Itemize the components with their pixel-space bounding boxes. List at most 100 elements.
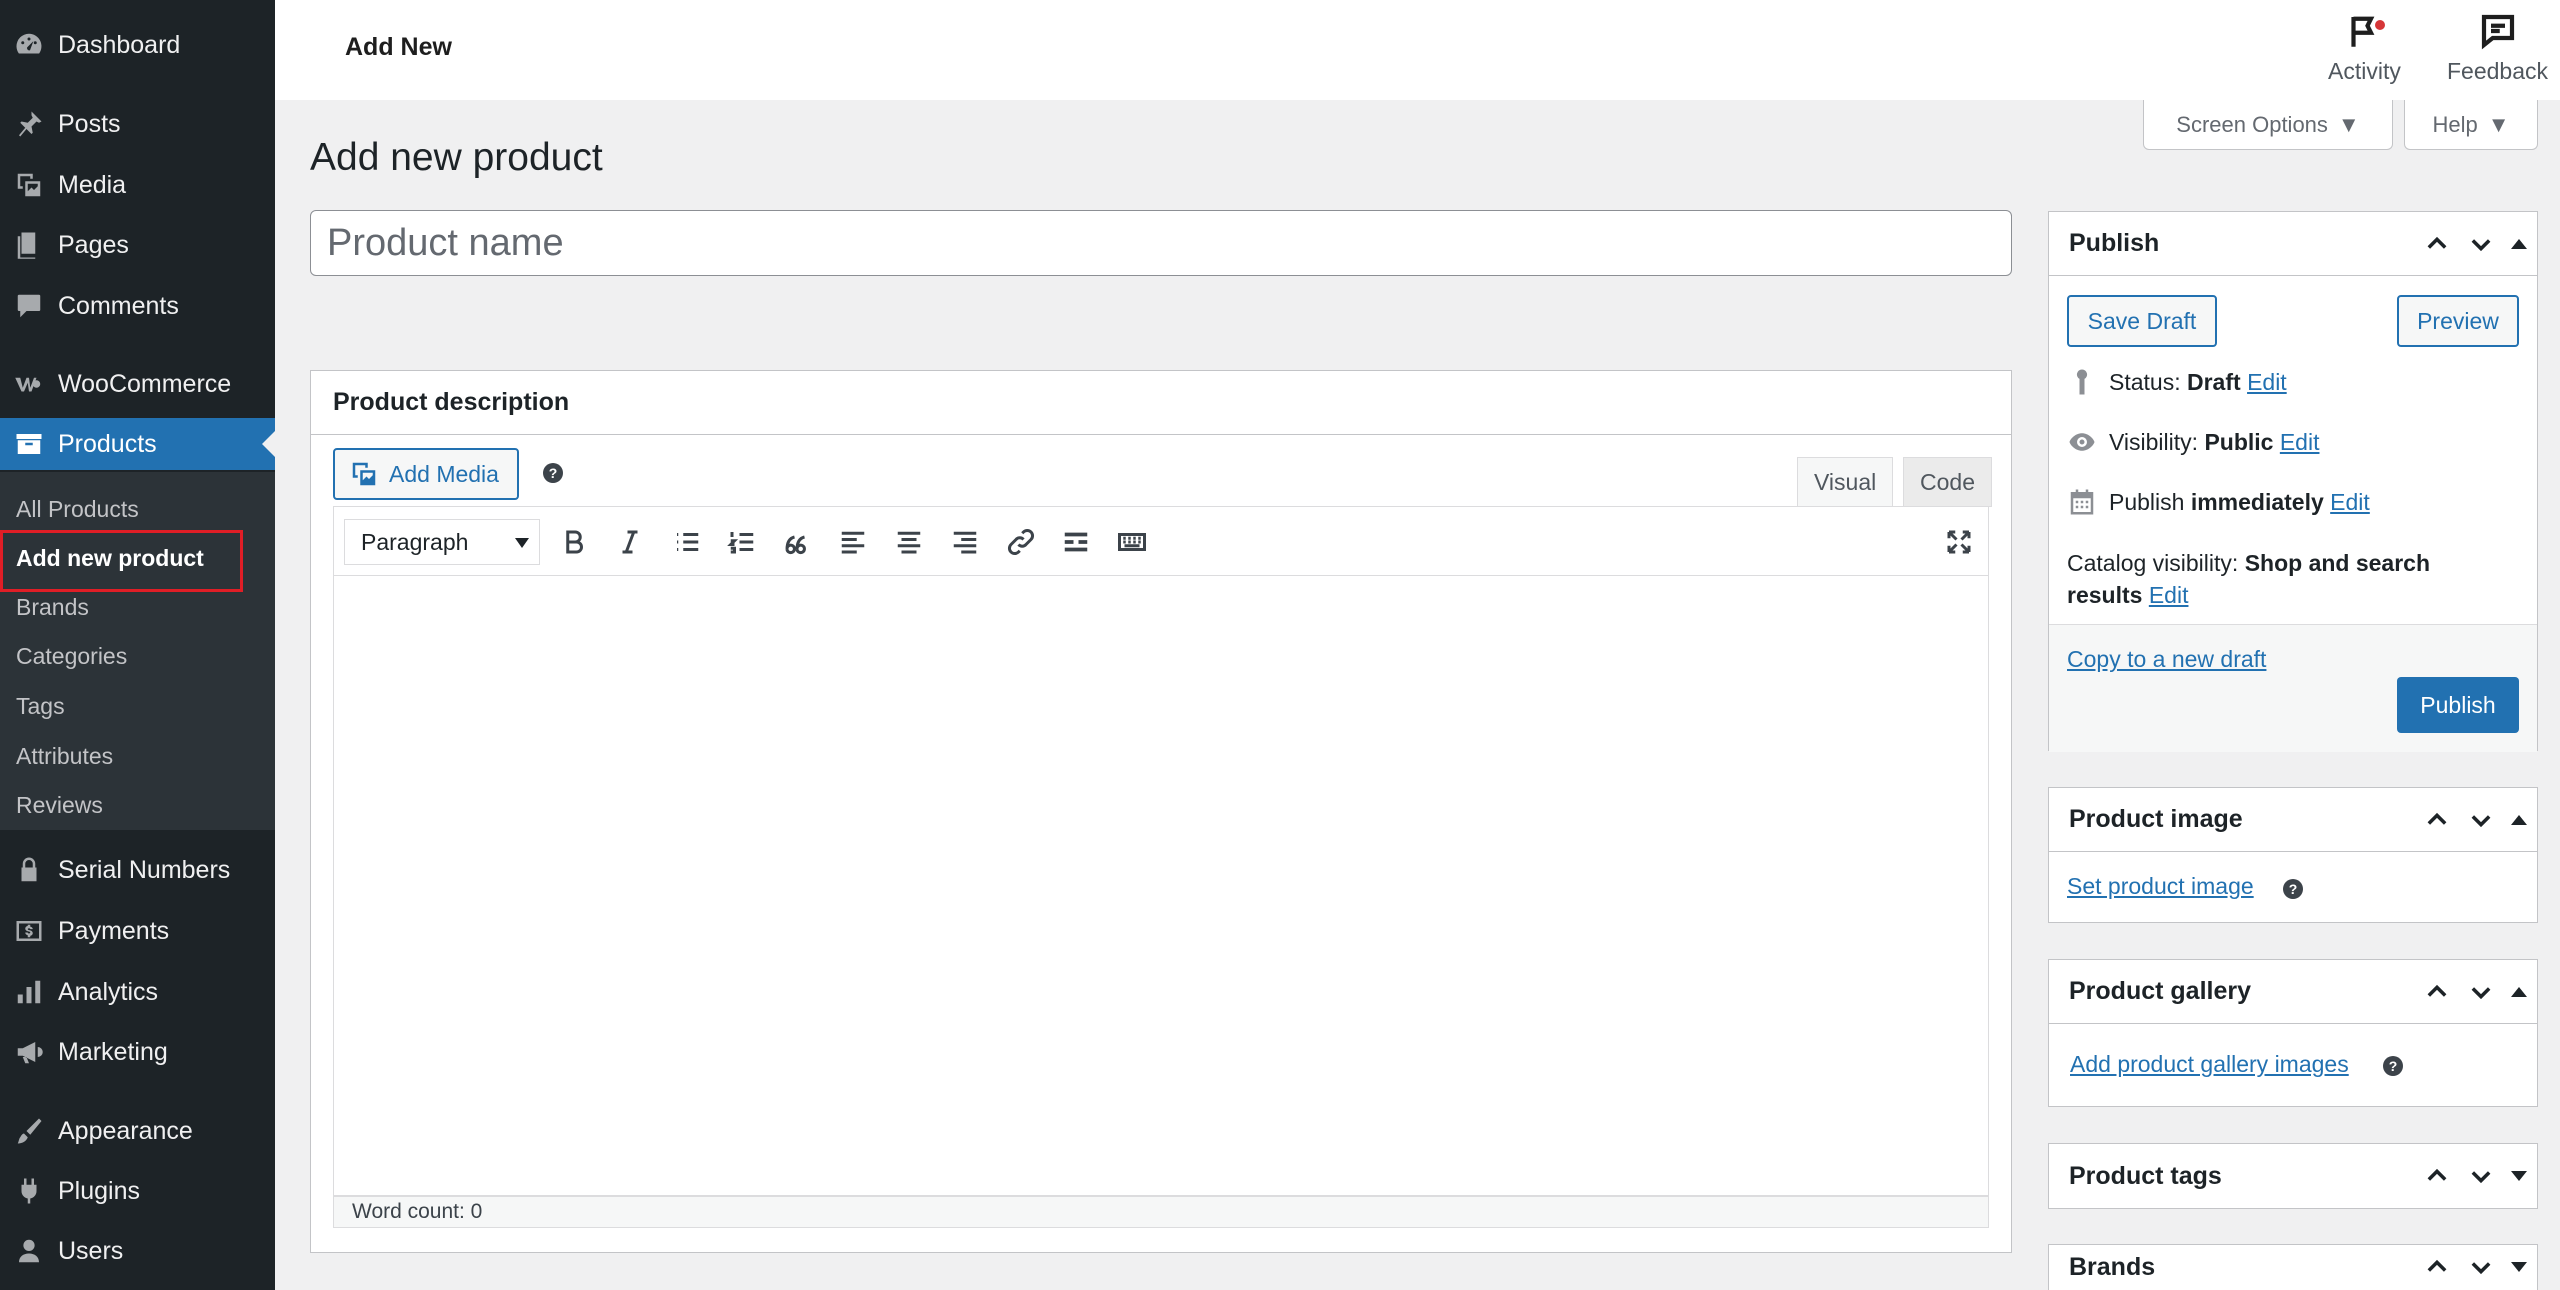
activity-button[interactable]: Activity [2328,10,2401,85]
toolbar-toggle-button[interactable] [1112,522,1152,562]
format-select[interactable]: Paragraph [344,519,540,565]
collapse-toggle-icon[interactable] [2511,815,2527,825]
sidebar-item-appearance[interactable]: Appearance [0,1105,275,1157]
chevron-up-icon[interactable] [2423,230,2451,258]
sidebar-item-woocommerce[interactable]: WooCommerce [0,358,275,410]
numbered-list-icon [727,532,754,554]
align-left-icon [841,531,865,554]
bullet-list-icon [677,533,699,551]
sidebar-item-pages[interactable]: Pages [0,219,275,271]
caret-down-icon [515,538,529,548]
quote-button[interactable] [777,522,817,562]
set-product-image-link[interactable]: Set product image [2067,873,2254,900]
publish-button[interactable]: Publish [2397,677,2519,733]
pin-icon [0,98,58,150]
add-gallery-images-link[interactable]: Add product gallery images [2070,1051,2349,1078]
screen-options-button[interactable]: Screen Options ▼ [2143,100,2393,150]
align-right-button[interactable] [945,522,985,562]
editor-content-area[interactable] [333,576,1989,1196]
preview-button[interactable]: Preview [2397,295,2519,347]
notification-dot [2375,20,2385,30]
product-gallery-box: Product gallery Add product gallery imag… [2048,959,2538,1107]
caret-down-icon: ▼ [2337,111,2360,137]
collapse-toggle-icon[interactable] [2511,987,2527,997]
numbered-list-button[interactable] [722,522,762,562]
sidebar-item-serial-numbers[interactable]: Serial Numbers [0,844,275,896]
product-name-input[interactable] [310,210,2012,276]
edit-date-link[interactable]: Edit [2330,489,2370,515]
archive-icon [0,418,58,470]
bold-button[interactable] [554,522,594,562]
sidebar-item-dashboard[interactable]: Dashboard [0,19,275,71]
align-right-icon [953,531,977,554]
chevron-up-icon[interactable] [2423,978,2451,1006]
submenu-tags[interactable]: Tags [16,693,65,720]
sidebar-item-marketing[interactable]: Marketing [0,1026,275,1078]
megaphone-icon [0,1026,58,1078]
visibility-row: Visibility: Public Edit [2067,427,2319,457]
submenu-brands[interactable]: Brands [16,594,89,621]
expand-toggle-icon[interactable] [2511,1171,2527,1181]
align-left-button[interactable] [833,522,873,562]
brands-header[interactable]: Brands [2049,1245,2537,1289]
product-tags-header[interactable]: Product tags [2049,1144,2537,1208]
lock-icon [0,844,58,896]
fullscreen-button[interactable] [1939,522,1979,562]
chevron-down-icon[interactable] [2467,1253,2495,1281]
sidebar-item-analytics[interactable]: Analytics [0,966,275,1018]
tab-visual[interactable]: Visual [1797,457,1894,507]
help-button[interactable]: Help ▼ [2404,100,2538,150]
plug-icon [0,1165,58,1217]
expand-toggle-icon[interactable] [2511,1262,2527,1272]
status-row: Status: Draft Edit [2067,367,2287,397]
italic-button[interactable] [610,522,650,562]
sidebar-item-plugins[interactable]: Plugins [0,1165,275,1217]
submenu-all-products[interactable]: All Products [16,496,139,523]
edit-visibility-link[interactable]: Edit [2280,429,2320,455]
edit-status-link[interactable]: Edit [2247,369,2287,395]
edit-catalog-link[interactable]: Edit [2149,582,2189,608]
submenu-categories[interactable]: Categories [16,643,127,670]
copy-draft-link[interactable]: Copy to a new draft [2067,646,2266,673]
activity-label: Activity [2328,58,2401,84]
chevron-down-icon[interactable] [2467,978,2495,1006]
sidebar-item-posts[interactable]: Posts [0,98,275,150]
save-draft-button[interactable]: Save Draft [2067,295,2217,347]
read-more-button[interactable] [1056,522,1096,562]
sidebar-item-payments[interactable]: Payments [0,905,275,957]
align-center-button[interactable] [889,522,929,562]
align-center-icon [897,531,921,554]
dollar-icon [0,905,58,957]
link-icon [1007,528,1035,556]
sidebar-item-users[interactable]: Users [0,1225,275,1277]
help-icon[interactable]: ? [2383,1056,2403,1076]
sidebar-item-products[interactable]: Products [0,418,275,470]
add-media-button[interactable]: Add Media [333,448,519,500]
sidebar-item-comments[interactable]: Comments [0,280,275,332]
quote-icon [785,535,806,555]
help-icon[interactable]: ? [2283,879,2303,899]
sidebar-item-media[interactable]: Media [0,159,275,211]
chevron-down-icon[interactable] [2467,806,2495,834]
description-header: Product description [311,371,2011,435]
collapse-toggle-icon[interactable] [2511,239,2527,249]
chevron-down-icon[interactable] [2467,230,2495,258]
highlight-box [0,530,243,592]
product-tags-box: Product tags [2048,1143,2538,1209]
woocommerce-icon [0,358,58,410]
chevron-up-icon[interactable] [2423,806,2451,834]
help-icon[interactable]: ? [543,463,563,483]
submenu-attributes[interactable]: Attributes [16,743,113,770]
chevron-up-icon[interactable] [2423,1253,2451,1281]
feedback-button[interactable]: Feedback [2447,10,2548,85]
eye-icon [2069,433,2095,451]
product-description-box: Product description Add Media ? Visual C… [310,370,2012,1253]
tab-code[interactable]: Code [1903,457,1992,507]
submenu-reviews[interactable]: Reviews [16,792,103,819]
products-submenu: All Products Add new product Brands Cate… [0,472,275,830]
bullet-list-button[interactable] [667,522,707,562]
link-button[interactable] [1001,522,1041,562]
chevron-up-icon[interactable] [2423,1162,2451,1190]
chevron-down-icon[interactable] [2467,1162,2495,1190]
top-header: Add New Activity Feedback [275,0,2560,100]
